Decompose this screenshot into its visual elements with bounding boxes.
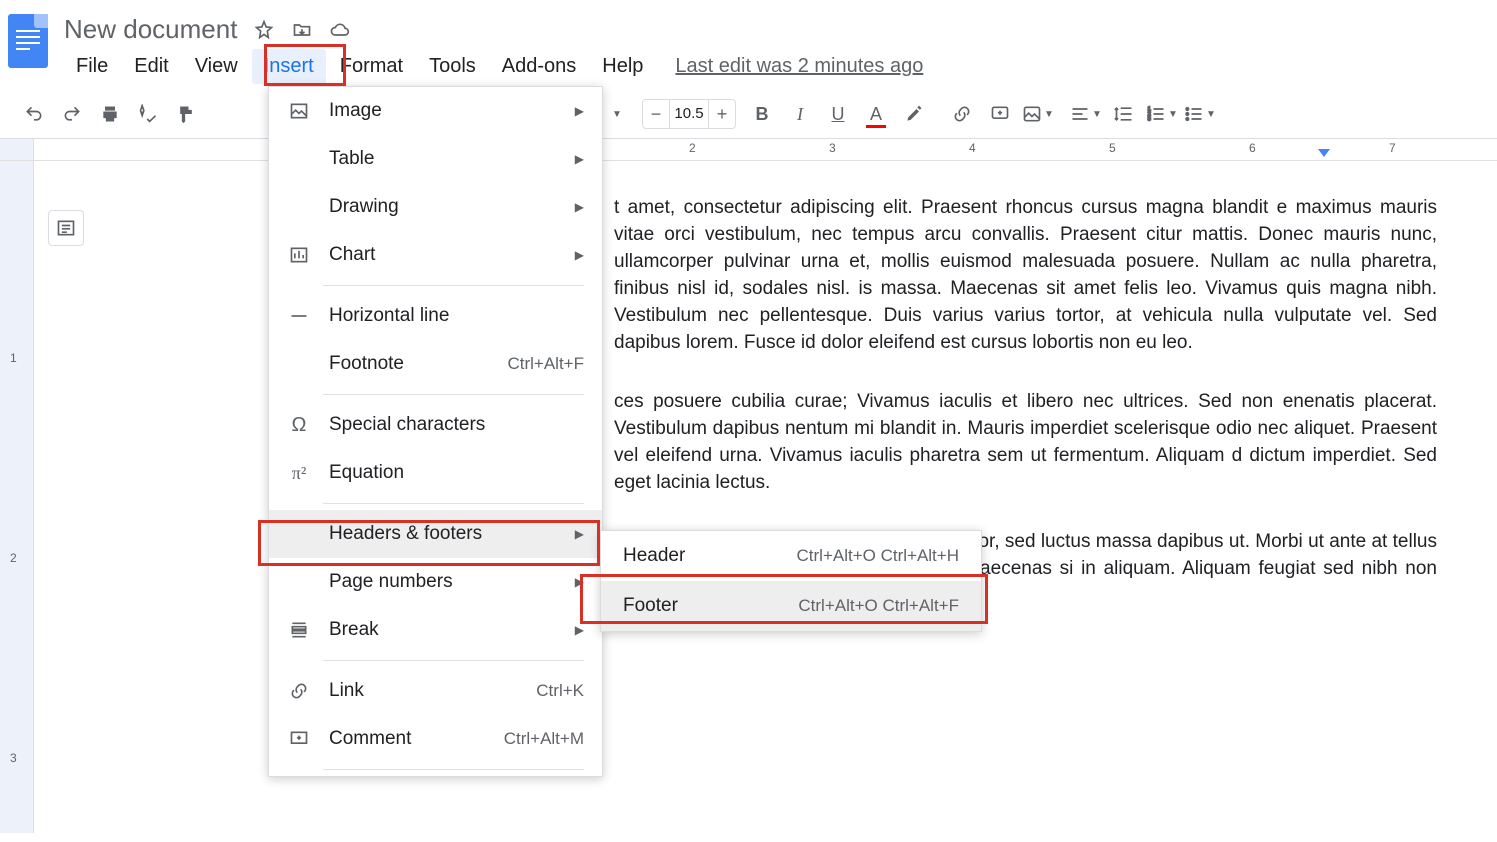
line-spacing-button[interactable]: [1106, 96, 1142, 132]
title-area: New document File Edit View Insert Forma…: [64, 8, 1481, 84]
insert-footnote[interactable]: FootnoteCtrl+Alt+F: [269, 340, 602, 388]
font-size-value[interactable]: 10.5: [669, 100, 709, 128]
underline-button[interactable]: U: [820, 96, 856, 132]
ruler-tick: 6: [1249, 141, 1256, 155]
menu-divider: [323, 769, 584, 770]
dropdown-caret[interactable]: ▼: [598, 96, 634, 132]
align-button[interactable]: ▼: [1068, 96, 1104, 132]
redo-button[interactable]: [54, 96, 90, 132]
italic-button[interactable]: I: [782, 96, 818, 132]
image-icon: [287, 99, 311, 123]
font-size-increase[interactable]: +: [709, 104, 735, 125]
menu-divider: [323, 503, 584, 504]
ruler-tick: 3: [829, 141, 836, 155]
paint-format-button[interactable]: [168, 96, 204, 132]
docs-logo-icon[interactable]: [8, 14, 48, 68]
font-size-control: − 10.5 +: [642, 99, 736, 129]
omega-icon: Ω: [287, 413, 311, 437]
move-icon[interactable]: [291, 19, 313, 41]
paragraph: ces posuere cubilia curae; Vivamus iacul…: [614, 389, 1437, 497]
chevron-right-icon: ▶: [575, 527, 584, 541]
last-edit-link[interactable]: Last edit was 2 minutes ago: [675, 55, 923, 78]
chart-icon: [287, 243, 311, 267]
ruler-right-indent-marker[interactable]: [1318, 149, 1330, 157]
vruler-tick: 2: [10, 551, 17, 565]
link-icon: [287, 679, 311, 703]
insert-page-numbers[interactable]: Page numbers▶: [269, 558, 602, 606]
print-button[interactable]: [92, 96, 128, 132]
hr-icon: [287, 304, 311, 328]
vruler-tick: 3: [10, 751, 17, 765]
highlight-button[interactable]: [896, 96, 932, 132]
svg-text:3: 3: [1148, 117, 1151, 123]
ruler-tick: 7: [1389, 141, 1396, 155]
headers-footers-submenu: HeaderCtrl+Alt+O Ctrl+Alt+H FooterCtrl+A…: [600, 530, 982, 632]
menu-edit[interactable]: Edit: [122, 49, 180, 84]
cloud-status-icon[interactable]: [329, 19, 351, 41]
insert-headers-footers[interactable]: Headers & footers▶: [269, 510, 602, 558]
table-icon: [287, 147, 311, 171]
toolbar: ▼ − 10.5 + B I U A ▼ ▼ 123▼ ▼: [0, 90, 1497, 139]
menu-divider: [323, 285, 584, 286]
undo-button[interactable]: [16, 96, 52, 132]
vertical-ruler[interactable]: 1 2 3: [0, 161, 34, 833]
pi-icon: π²: [287, 461, 311, 485]
insert-break[interactable]: Break▶: [269, 606, 602, 654]
font-size-decrease[interactable]: −: [643, 104, 669, 125]
drawing-icon: [287, 195, 311, 219]
menu-addons[interactable]: Add-ons: [490, 49, 589, 84]
submenu-header[interactable]: HeaderCtrl+Alt+O Ctrl+Alt+H: [601, 531, 981, 581]
menu-view[interactable]: View: [183, 49, 250, 84]
text-color-button[interactable]: A: [858, 96, 894, 132]
menu-file[interactable]: File: [64, 49, 120, 84]
insert-image[interactable]: Image▶: [269, 87, 602, 135]
menu-format[interactable]: Format: [328, 49, 415, 84]
insert-special-characters[interactable]: ΩSpecial characters: [269, 401, 602, 449]
insert-link[interactable]: LinkCtrl+K: [269, 667, 602, 715]
document-area: 1 2 3 t amet, consectetur adipiscing eli…: [0, 161, 1497, 833]
break-icon: [287, 618, 311, 642]
insert-link-button[interactable]: [944, 96, 980, 132]
chevron-right-icon: ▶: [575, 104, 584, 118]
comment-icon: [287, 727, 311, 751]
ruler-tick: 5: [1109, 141, 1116, 155]
spellcheck-button[interactable]: [130, 96, 166, 132]
chevron-right-icon: ▶: [575, 200, 584, 214]
horizontal-ruler[interactable]: 2 3 4 5 6 7: [0, 139, 1497, 161]
insert-drawing[interactable]: Drawing▶: [269, 183, 602, 231]
insert-table[interactable]: Table▶: [269, 135, 602, 183]
insert-comment[interactable]: CommentCtrl+Alt+M: [269, 715, 602, 763]
insert-horizontal-line[interactable]: Horizontal line: [269, 292, 602, 340]
star-icon[interactable]: [253, 19, 275, 41]
menubar: File Edit View Insert Format Tools Add-o…: [64, 49, 1481, 84]
chevron-right-icon: ▶: [575, 248, 584, 262]
ruler-tick: 2: [689, 141, 696, 155]
insert-image-button[interactable]: ▼: [1020, 96, 1056, 132]
submenu-footer[interactable]: FooterCtrl+Alt+O Ctrl+Alt+F: [601, 581, 981, 631]
document-title[interactable]: New document: [64, 14, 237, 45]
menu-help[interactable]: Help: [590, 49, 655, 84]
app-header: New document File Edit View Insert Forma…: [0, 0, 1497, 84]
insert-comment-button[interactable]: [982, 96, 1018, 132]
menu-divider: [323, 660, 584, 661]
numbered-list-button[interactable]: 123▼: [1144, 96, 1180, 132]
chevron-right-icon: ▶: [575, 623, 584, 637]
menu-divider: [323, 394, 584, 395]
insert-equation[interactable]: π²Equation: [269, 449, 602, 497]
ruler-tick: 4: [969, 141, 976, 155]
vruler-tick: 1: [10, 351, 17, 365]
paragraph: t amet, consectetur adipiscing elit. Pra…: [614, 195, 1437, 357]
bold-button[interactable]: B: [744, 96, 780, 132]
chevron-right-icon: ▶: [575, 575, 584, 589]
insert-chart[interactable]: Chart▶: [269, 231, 602, 279]
chevron-right-icon: ▶: [575, 152, 584, 166]
page-canvas[interactable]: t amet, consectetur adipiscing elit. Pra…: [34, 161, 1497, 833]
menu-insert[interactable]: Insert: [252, 49, 326, 84]
bulleted-list-button[interactable]: ▼: [1182, 96, 1218, 132]
outline-toggle-icon[interactable]: [48, 210, 84, 246]
menu-tools[interactable]: Tools: [417, 49, 488, 84]
insert-menu-dropdown: Image▶ Table▶ Drawing▶ Chart▶ Horizontal…: [268, 86, 603, 777]
